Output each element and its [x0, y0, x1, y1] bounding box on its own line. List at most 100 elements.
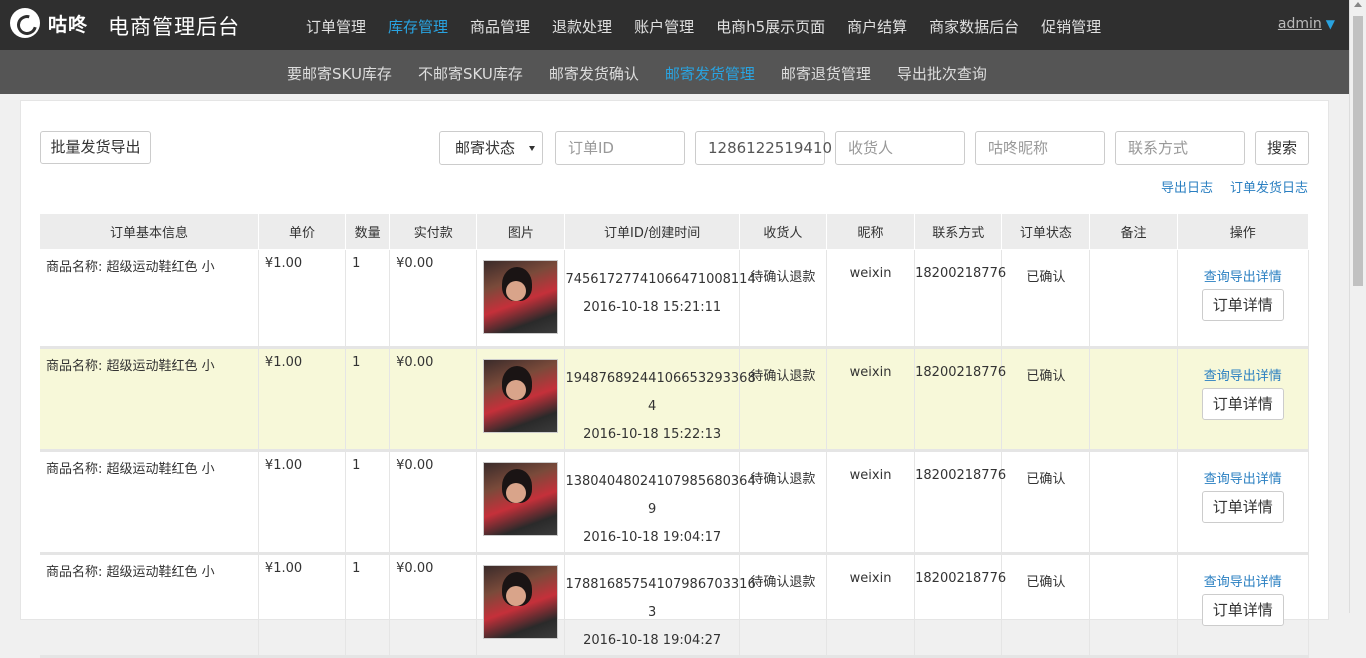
order-status: 已确认 [1001, 450, 1091, 555]
logo[interactable]: 咕咚 [10, 8, 88, 38]
user-name: admin [1277, 16, 1322, 32]
vertical-scrollbar[interactable] [1349, 0, 1366, 613]
query-export-detail-link[interactable]: 查询导出详情 [1178, 571, 1308, 590]
logo-text: 咕咚 [48, 13, 89, 36]
unit-price: ¥1.00 [258, 450, 347, 555]
nav-merchant-data[interactable]: 商家数据后台 [929, 16, 1019, 37]
nav-products[interactable]: 商品管理 [470, 16, 530, 37]
nickname: weixin [826, 249, 916, 349]
contact: 18200218776 [914, 450, 1006, 555]
order-id: 17881685754107986703316​3 [565, 576, 756, 620]
col-header: 单价 [258, 214, 347, 250]
paid-amount: ¥0.00 [389, 249, 478, 349]
order-detail-button[interactable]: 订单详情 [1201, 288, 1284, 321]
product-info: 商品名称: 超级运动鞋红色 小 [40, 347, 259, 452]
subnav-mail-sku-stock[interactable]: 要邮寄SKU库存 [287, 63, 392, 84]
subnav-ship-confirm[interactable]: 邮寄发货确认 [549, 63, 639, 84]
scroll-up-arrow-icon[interactable] [1354, 2, 1362, 7]
quantity: 1 [345, 450, 391, 555]
order-status: 已确认 [1001, 347, 1091, 452]
col-header: 备注 [1089, 214, 1178, 250]
col-header: 昵称 [826, 214, 916, 250]
col-header: 操作 [1177, 214, 1310, 250]
product-image [483, 259, 559, 334]
paid-amount: ¥0.00 [389, 553, 478, 658]
operations-cell: 查询导出详情订单详情 [1177, 450, 1310, 555]
col-header: 联系方式 [914, 214, 1003, 250]
product-image-cell [476, 553, 566, 658]
sub-nav: 要邮寄SKU库存 不邮寄SKU库存 邮寄发货确认 邮寄发货管理 邮寄退货管理 导… [287, 63, 1013, 84]
nav-refunds[interactable]: 退款处理 [552, 16, 612, 37]
mail-status-select[interactable]: 邮寄状态 [439, 131, 543, 165]
note [1089, 553, 1178, 658]
order-id-cell: 13804048024107985680364​9 2016-10-18 19:0… [564, 450, 756, 555]
product-info: 商品名称: 超级运动鞋红色 小 [40, 553, 259, 658]
contact-input[interactable]: 联系方式 [1115, 131, 1245, 165]
nickname: weixin [826, 347, 916, 452]
product-image [483, 358, 559, 433]
table-row: 商品名称: 超级运动鞋红色 小 ¥1.00 1 ¥0.00 74561727741066… [40, 249, 1310, 349]
col-header: 订单状态 [1001, 214, 1091, 250]
orders-table: 订单基本信息 单价 数量 实付款 图片 订单ID/创建时间 收货人 昵称 联系方… [40, 214, 1310, 658]
table-row: 商品名称: 超级运动鞋红色 小 ¥1.00 1 ¥0.00 17881685754107… [40, 553, 1310, 658]
product-image-cell [476, 249, 566, 349]
main-nav: 订单管理 库存管理 商品管理 退款处理 账户管理 电商h5展示页面 商户结算 商… [306, 16, 1123, 37]
nav-h5-pages[interactable]: 电商h5展示页面 [716, 16, 825, 37]
created-time: 2016-10-18 15:21:11 [583, 299, 722, 315]
nickname-input[interactable]: 咕咚昵称 [975, 131, 1105, 165]
ship-log-link[interactable]: 订单发货日志 [1230, 177, 1308, 196]
product-image [483, 564, 559, 639]
quantity: 1 [345, 347, 391, 452]
batch-export-button[interactable]: 批量发货导出 [40, 131, 151, 164]
order-id-value-input[interactable]: 1286122519410 [695, 131, 832, 165]
note [1089, 249, 1178, 349]
order-detail-button[interactable]: 订单详情 [1201, 593, 1284, 626]
paid-amount: ¥0.00 [389, 450, 478, 555]
table-header-row: 订单基本信息 单价 数量 实付款 图片 订单ID/创建时间 收货人 昵称 联系方… [40, 214, 1310, 250]
query-export-detail-link[interactable]: 查询导出详情 [1178, 365, 1308, 384]
receiver: 待确认退款 [739, 450, 827, 555]
receiver: 待确认退款 [739, 249, 827, 349]
user-menu[interactable]: admin ▼ [1278, 16, 1335, 32]
subnav-batch-query[interactable]: 导出批次查询 [897, 63, 987, 84]
nav-inventory[interactable]: 库存管理 [388, 16, 448, 37]
receiver-input[interactable]: 收货人 [835, 131, 965, 165]
unit-price: ¥1.00 [258, 249, 347, 349]
quantity: 1 [345, 249, 391, 349]
app-title: 电商管理后台 [108, 15, 240, 39]
order-id: 74561727741066471008114 [565, 271, 756, 287]
order-detail-button[interactable]: 订单详情 [1201, 387, 1284, 420]
order-id: 13804048024107985680364​9 [565, 473, 756, 517]
contact: 18200218776 [914, 249, 1006, 349]
scroll-thumb[interactable] [1353, 16, 1363, 286]
nav-promotions[interactable]: 促销管理 [1041, 16, 1101, 37]
search-button[interactable]: 搜索 [1255, 131, 1309, 165]
select-arrow-icon [529, 146, 535, 151]
nickname: weixin [826, 450, 916, 555]
order-id-cell: 19487689244106653293368​4 2016-10-18 15:2… [564, 347, 756, 452]
subnav-nonmail-sku-stock[interactable]: 不邮寄SKU库存 [418, 63, 523, 84]
subnav-return-manage[interactable]: 邮寄退货管理 [781, 63, 871, 84]
quantity: 1 [345, 553, 391, 658]
contact: 18200218776 [914, 347, 1006, 452]
col-header: 实付款 [389, 214, 478, 250]
col-header: 图片 [476, 214, 566, 250]
nav-accounts[interactable]: 账户管理 [634, 16, 694, 37]
subnav-ship-manage[interactable]: 邮寄发货管理 [665, 63, 755, 84]
paid-amount: ¥0.00 [389, 347, 478, 452]
order-id-input[interactable]: 订单ID [555, 131, 685, 165]
nav-settlement[interactable]: 商户结算 [847, 16, 907, 37]
unit-price: ¥1.00 [258, 347, 347, 452]
query-export-detail-link[interactable]: 查询导出详情 [1178, 468, 1308, 487]
nav-orders[interactable]: 订单管理 [306, 16, 366, 37]
note [1089, 347, 1178, 452]
col-header: 订单ID/创建时间 [564, 214, 740, 250]
receiver: 待确认退款 [739, 553, 827, 658]
order-id-cell: 17881685754107986703316​3 2016-10-18 19:0… [564, 553, 756, 658]
export-log-link[interactable]: 导出日志 [1161, 177, 1213, 196]
query-export-detail-link[interactable]: 查询导出详情 [1178, 266, 1308, 285]
product-image-cell [476, 450, 566, 555]
unit-price: ¥1.00 [258, 553, 347, 658]
order-id-cell: 74561727741066471008114 2016-10-18 15:21:… [564, 249, 756, 349]
order-detail-button[interactable]: 订单详情 [1201, 490, 1284, 523]
